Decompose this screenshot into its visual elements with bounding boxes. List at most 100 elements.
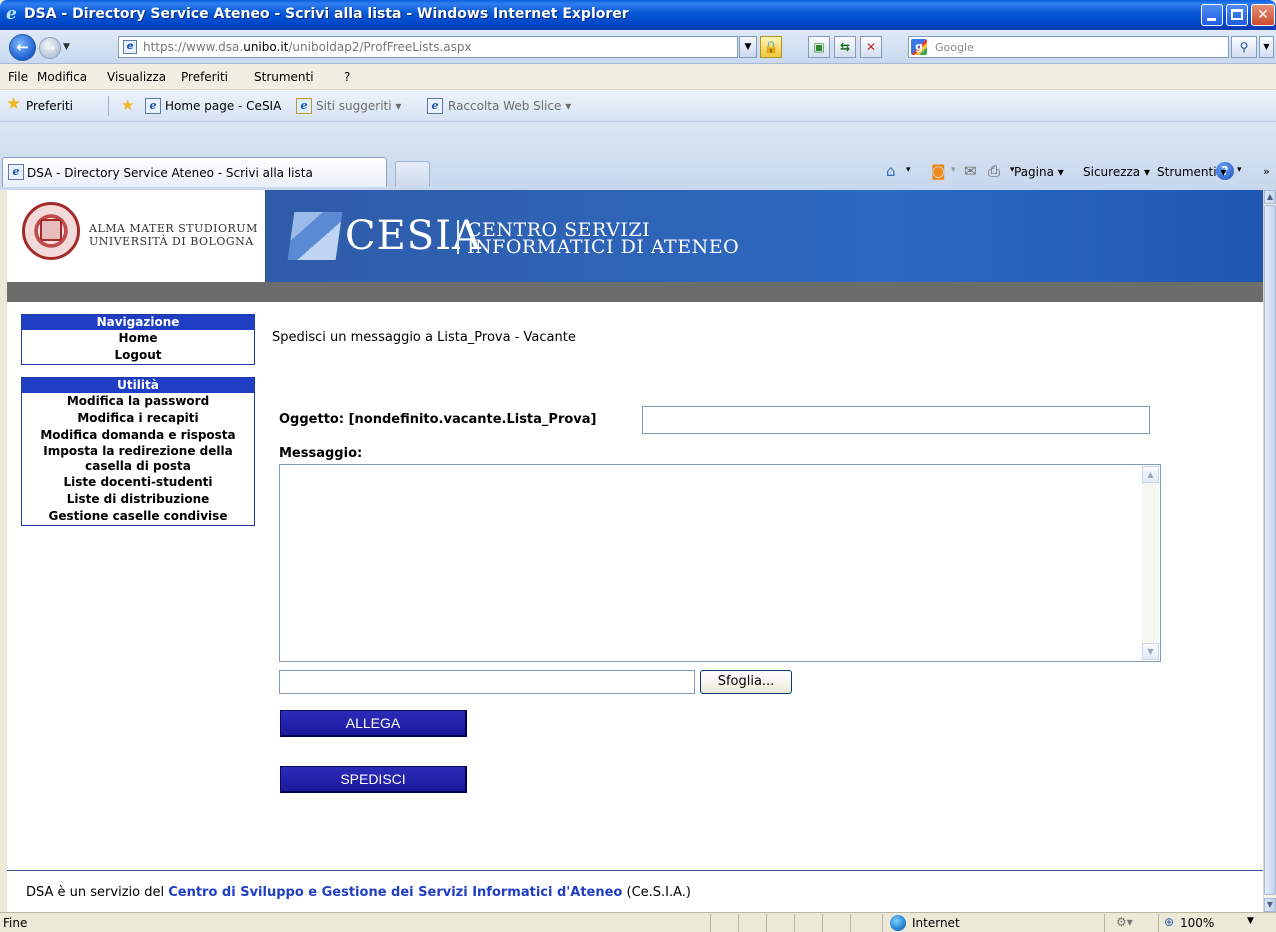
footer-cesia-link[interactable]: Centro di Sviluppo e Gestione dei Serviz… <box>168 885 622 900</box>
attach-button[interactable]: ALLEGA <box>280 710 467 737</box>
close-window-button[interactable]: ✕ <box>1251 4 1275 26</box>
site-banner: ALMA MATER STUDIORUM UNIVERSITÀ DI BOLOG… <box>7 190 1263 282</box>
history-dropdown[interactable]: ▼ <box>63 42 70 52</box>
nav-item-domanda[interactable]: Modifica domanda e risposta <box>22 427 254 444</box>
textarea-scrollbar[interactable]: ▲ ▼ <box>1142 466 1159 660</box>
search-field[interactable]: g Google <box>908 36 1229 58</box>
home-icon[interactable]: ⌂ <box>886 162 896 180</box>
zoom-icon[interactable]: ⊕ <box>1164 915 1174 929</box>
url-dropdown[interactable]: ▼ <box>739 36 757 58</box>
suggested-sites-icon: e <box>296 98 312 114</box>
new-tab-button[interactable] <box>395 161 430 187</box>
maximize-button[interactable] <box>1226 4 1248 26</box>
cmd-pagina[interactable]: Pagina ▾ <box>1014 165 1064 179</box>
tab-active[interactable]: e DSA - Directory Service Ateneo - Scriv… <box>2 157 387 187</box>
close-icon: ✕ <box>1257 7 1269 23</box>
feeds-icon[interactable]: ◙ <box>931 162 946 180</box>
scroll-thumb[interactable] <box>1264 205 1276 895</box>
footer-divider <box>7 870 1263 871</box>
url-domain: unibo.it <box>243 40 289 54</box>
nav-section-utilita: Utilità Modifica la password Modifica i … <box>21 377 255 526</box>
feeds-dropdown[interactable]: ▾ <box>951 165 956 175</box>
footer-suffix: (Ce.S.I.A.) <box>622 885 692 900</box>
university-name-line1: ALMA MATER STUDIORUM <box>89 222 258 235</box>
ie-page-icon: e <box>145 98 161 114</box>
search-placeholder: Google <box>935 41 974 54</box>
nav-item-home[interactable]: Home <box>22 330 254 347</box>
fav-link-cesia[interactable]: Home page - CeSIA <box>165 99 281 113</box>
chevron-down-icon[interactable]: ▼ <box>1142 643 1159 660</box>
security-lock-button[interactable]: 🔒 <box>760 36 782 58</box>
menu-preferiti[interactable]: Preferiti <box>181 70 228 84</box>
search-button[interactable]: ⚲ <box>1231 36 1257 58</box>
window-frame-left <box>0 190 7 912</box>
search-options-dropdown[interactable]: ▼ <box>1259 36 1274 58</box>
favorites-button[interactable]: Preferiti <box>26 99 73 113</box>
url-path: /uniboldap2/ProfFreeLists.aspx <box>288 40 472 54</box>
url-field[interactable]: e https://www.dsa.unibo.it/uniboldap2/Pr… <box>118 36 738 58</box>
nav-item-logout[interactable]: Logout <box>22 347 254 364</box>
nav-item-caselle-condivise[interactable]: Gestione caselle condivise <box>22 508 254 525</box>
minimize-button[interactable] <box>1201 4 1223 26</box>
message-textarea[interactable]: ▲ ▼ <box>279 464 1161 662</box>
browse-button[interactable]: Sfoglia... <box>700 670 792 694</box>
mail-icon[interactable]: ✉ <box>964 162 977 180</box>
refresh-button[interactable]: ⇆ <box>834 36 856 58</box>
zoom-level[interactable]: 100% <box>1180 916 1214 930</box>
chevron-more-icon[interactable]: » <box>1263 165 1270 178</box>
page-content: ALMA MATER STUDIORUM UNIVERSITÀ DI BOLOG… <box>7 190 1263 912</box>
nav-item-redirezione[interactable]: Imposta la redirezione della casella di … <box>22 444 254 474</box>
back-button[interactable]: ← <box>9 34 36 61</box>
help-dropdown[interactable]: ▾ <box>1237 165 1242 175</box>
cmd-sicurezza[interactable]: Sicurezza ▾ <box>1083 165 1150 179</box>
nav-item-liste-distribuzione[interactable]: Liste di distribuzione <box>22 491 254 508</box>
chevron-up-icon[interactable]: ▲ <box>1142 466 1159 483</box>
window-titlebar: e DSA - Directory Service Ateneo - Scriv… <box>0 0 1276 30</box>
cmd-strumenti[interactable]: Strumenti ▾ <box>1157 165 1226 179</box>
menu-modifica[interactable]: Modifica <box>37 70 87 84</box>
print-icon[interactable]: ⎙ <box>988 162 1000 180</box>
stop-icon: ✕ <box>865 40 877 54</box>
refresh-icon: ⇆ <box>839 40 851 54</box>
fav-link-webslice[interactable]: Raccolta Web Slice ▾ <box>448 99 571 113</box>
cesia-subtitle-line2: INFORMATICI DI ATENEO <box>467 236 740 258</box>
menu-file[interactable]: File <box>8 70 28 84</box>
page-scrollbar[interactable]: ▲ ▼ <box>1263 190 1276 912</box>
nav-section-title: Utilità <box>22 378 254 393</box>
nav-section-navigazione: Navigazione Home Logout <box>21 314 255 365</box>
security-zone-label: Internet <box>912 916 960 930</box>
nav-item-password[interactable]: Modifica la password <box>22 393 254 410</box>
zoom-dropdown[interactable]: ▼ <box>1247 916 1254 926</box>
star-icon: ★ <box>6 94 22 114</box>
cesia-subtitle: CENTRO SERVIZI INFORMATICI DI ATENEO <box>467 221 740 258</box>
maximize-icon <box>1231 9 1243 20</box>
banner-divider <box>457 220 459 254</box>
menu-strumenti[interactable]: Strumenti <box>254 70 314 84</box>
home-dropdown[interactable]: ▾ <box>906 165 911 175</box>
forward-button[interactable]: → <box>39 37 61 59</box>
university-name: ALMA MATER STUDIORUM UNIVERSITÀ DI BOLOG… <box>89 222 258 248</box>
menu-help[interactable]: ? <box>344 70 350 84</box>
subject-input[interactable] <box>642 406 1150 434</box>
nav-item-recapiti[interactable]: Modifica i recapiti <box>22 410 254 427</box>
file-path-input[interactable] <box>279 670 695 694</box>
protected-mode-icon[interactable]: ⚙▾ <box>1116 915 1133 929</box>
cesia-title: CESIA <box>345 213 482 259</box>
nav-item-liste-docenti[interactable]: Liste docenti-studenti <box>22 474 254 491</box>
address-bar: ← → ▼ e https://www.dsa.unibo.it/unibold… <box>0 30 1276 64</box>
send-button[interactable]: SPEDISCI <box>280 766 467 793</box>
footer: DSA è un servizio del Centro di Sviluppo… <box>26 885 691 900</box>
ie-logo-icon: e <box>6 4 17 24</box>
fav-link-suggested[interactable]: Siti suggeriti ▾ <box>316 99 401 113</box>
add-favorite-icon[interactable]: ★ <box>121 96 134 114</box>
menu-visualizza[interactable]: Visualizza <box>107 70 166 84</box>
scroll-up-icon[interactable]: ▲ <box>1264 190 1276 204</box>
nav-section-title: Navigazione <box>22 315 254 330</box>
tab-title: DSA - Directory Service Ateneo - Scrivi … <box>27 166 313 180</box>
lock-icon: 🔒 <box>763 40 779 54</box>
stop-button[interactable]: ✕ <box>860 36 882 58</box>
menu-bar: File Modifica Visualizza Preferiti Strum… <box>0 64 1276 90</box>
scroll-down-icon[interactable]: ▼ <box>1264 898 1276 912</box>
cesia-logo-icon <box>287 212 343 260</box>
compatibility-view-button[interactable]: ▣ <box>808 36 830 58</box>
